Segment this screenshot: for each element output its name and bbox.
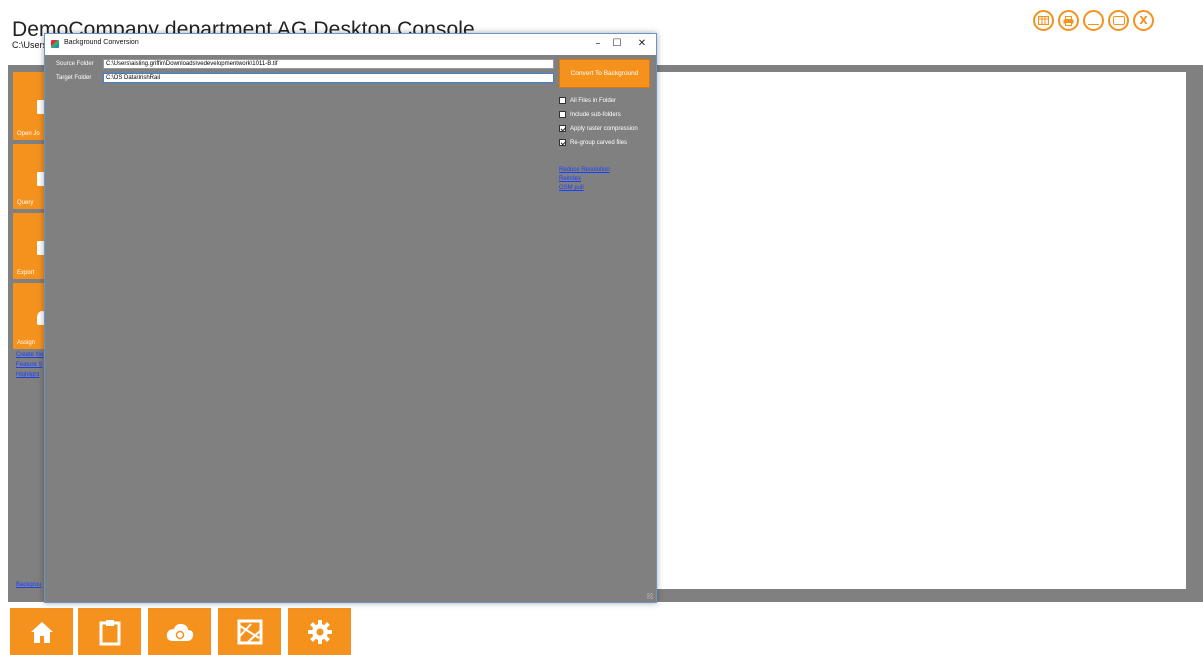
app-path: C:\Users (12, 40, 48, 50)
include-subfolders-checkbox[interactable] (559, 111, 566, 118)
clipboard-button[interactable] (78, 608, 141, 655)
window-controls: X (1033, 10, 1154, 31)
dialog-close-button[interactable]: ✕ (631, 37, 653, 51)
table-icon[interactable] (1033, 10, 1054, 31)
tile-label: Query (17, 200, 34, 206)
target-folder-input[interactable]: C:\OS Data\IrishRail (103, 73, 554, 83)
print-icon[interactable] (1058, 10, 1079, 31)
regroup-carved-option[interactable]: Re-group carved files (559, 139, 627, 146)
all-files-checkbox[interactable] (559, 97, 566, 104)
source-folder-input[interactable]: C:\Users\aisling.griffin\Downloads\vedev… (103, 59, 554, 69)
convert-to-background-button[interactable]: Convert To Background (559, 59, 650, 88)
feature-link[interactable]: Feature S (16, 362, 42, 368)
minimize-icon[interactable] (1083, 10, 1104, 31)
cloud-sync-icon (166, 623, 193, 641)
reindex-link[interactable]: Reindex (559, 176, 581, 182)
dialog-titlebar[interactable]: Background Conversion – ☐ ✕ (45, 34, 656, 55)
map-canvas[interactable] (656, 72, 1186, 589)
settings-button[interactable] (288, 608, 351, 655)
map-icon (237, 619, 262, 644)
highlight-link[interactable]: Highlight (16, 372, 39, 378)
dialog-maximize-button[interactable]: ☐ (606, 37, 628, 51)
restore-icon[interactable] (1108, 10, 1129, 31)
create-new-link[interactable]: Create Ne (16, 352, 43, 358)
tile-label: Export (17, 270, 35, 276)
raster-compression-option[interactable]: Apply raster compression (559, 125, 638, 132)
app-icon (51, 40, 59, 48)
background-link[interactable]: Backgrou (16, 582, 41, 588)
target-folder-label: Target Folder (56, 75, 92, 81)
close-label: X (1139, 14, 1148, 27)
dialog-title: Background Conversion (64, 39, 139, 46)
reduce-resolution-link[interactable]: Reduce Resolution (559, 167, 610, 173)
clipboard-icon (99, 619, 120, 645)
background-conversion-dialog: Background Conversion – ☐ ✕ Source Folde… (44, 33, 657, 603)
option-label: Include sub-folders (570, 111, 621, 118)
include-subfolders-option[interactable]: Include sub-folders (559, 111, 621, 118)
option-label: Re-group carved files (570, 139, 628, 146)
resize-grip[interactable] (647, 593, 653, 599)
tile-label: Assign (17, 340, 36, 346)
close-icon[interactable]: X (1133, 10, 1154, 31)
osm-pull-link[interactable]: OSM pull (559, 185, 584, 191)
option-label: All Files in Folder (570, 97, 617, 104)
home-icon (30, 621, 53, 643)
raster-compression-checkbox[interactable] (559, 125, 566, 132)
cloud-sync-button[interactable] (148, 608, 211, 655)
all-files-option[interactable]: All Files in Folder (559, 97, 616, 104)
home-button[interactable] (10, 608, 73, 655)
source-folder-label: Source Folder (56, 61, 94, 67)
settings-icon (307, 619, 332, 644)
regroup-carved-checkbox[interactable] (559, 139, 566, 146)
map-button[interactable] (218, 608, 281, 655)
option-label: Apply raster compression (570, 125, 638, 132)
tile-label: Open Jo (17, 131, 40, 137)
